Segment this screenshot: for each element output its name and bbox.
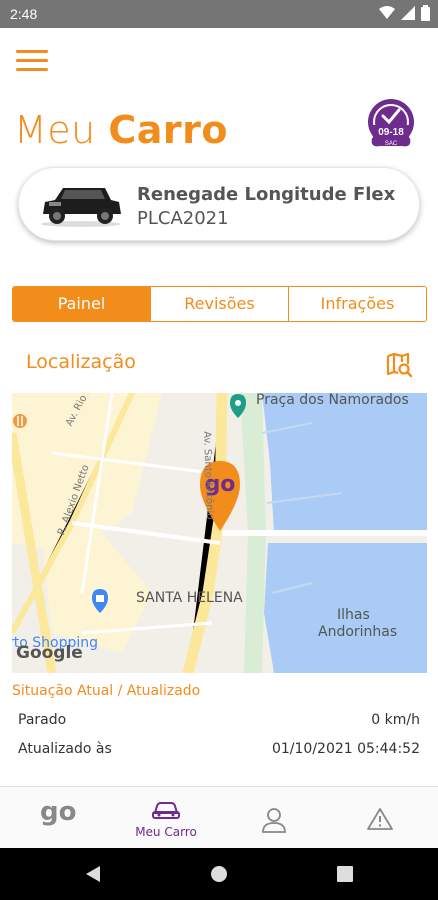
svg-text:09-18: 09-18 bbox=[378, 127, 404, 138]
car-image bbox=[41, 188, 121, 227]
location-map[interactable]: go Praça dos Namorados Av. Rio Branco R.… bbox=[12, 393, 427, 673]
map-search-icon[interactable] bbox=[386, 352, 412, 378]
vehicle-card[interactable]: Renegade Longitude Flex PLCA2021 bbox=[18, 167, 420, 241]
status-label: Parado bbox=[18, 712, 67, 728]
updated-value: 01/10/2021 05:44:52 bbox=[271, 741, 420, 757]
nav-my-car-label: Meu Carro bbox=[135, 825, 197, 839]
tab-infracoes[interactable]: Infrações bbox=[289, 287, 426, 321]
situation-title: Situação Atual / Atualizado bbox=[12, 683, 201, 699]
user-icon bbox=[262, 808, 286, 833]
back-icon[interactable] bbox=[84, 864, 102, 884]
car-icon bbox=[152, 802, 180, 819]
map-label-praca: Praça dos Namorados bbox=[256, 393, 409, 408]
go-logo-icon: go bbox=[40, 797, 77, 827]
status-icons bbox=[379, 5, 430, 21]
vehicle-plate: PLCA2021 bbox=[137, 208, 229, 229]
sac-badge-icon[interactable]: 09-18 SAC bbox=[366, 98, 416, 150]
map-label-andorinhas: Andorinhas bbox=[318, 624, 398, 640]
tab-painel[interactable]: Painel bbox=[13, 287, 151, 321]
signal-icon bbox=[401, 6, 415, 20]
home-icon[interactable] bbox=[210, 864, 228, 884]
nav-alerts[interactable] bbox=[340, 787, 420, 849]
wifi-icon bbox=[379, 6, 395, 19]
nav-profile[interactable] bbox=[234, 787, 314, 849]
vehicle-name: Renegade Longitude Flex bbox=[137, 184, 396, 205]
system-navigation-bar bbox=[0, 848, 438, 900]
svg-text:SAC: SAC bbox=[385, 141, 398, 147]
status-bar: 2:48 bbox=[0, 0, 438, 28]
menu-icon bbox=[16, 50, 48, 53]
page-title: Meu Carro bbox=[14, 108, 228, 152]
recents-icon[interactable] bbox=[336, 864, 354, 884]
tab-bar: Painel Revisões Infrações bbox=[12, 286, 427, 322]
map-label-santa-helena: SANTA HELENA bbox=[136, 590, 243, 606]
tab-revisoes[interactable]: Revisões bbox=[151, 287, 289, 321]
google-logo: Google bbox=[16, 643, 83, 663]
battery-icon bbox=[421, 5, 430, 21]
map-label-ilhas: Ilhas bbox=[337, 607, 370, 623]
status-time: 2:48 bbox=[10, 6, 38, 22]
nav-home[interactable]: go bbox=[18, 787, 98, 849]
speed-value: 0 km/h bbox=[371, 712, 420, 728]
hamburger-menu-button[interactable] bbox=[16, 50, 48, 74]
updated-label: Atualizado às bbox=[18, 741, 112, 757]
location-title: Localização bbox=[26, 351, 136, 373]
warning-icon bbox=[367, 808, 393, 830]
bottom-navigation: go Meu Carro bbox=[0, 786, 438, 848]
nav-my-car[interactable]: Meu Carro bbox=[126, 787, 206, 849]
